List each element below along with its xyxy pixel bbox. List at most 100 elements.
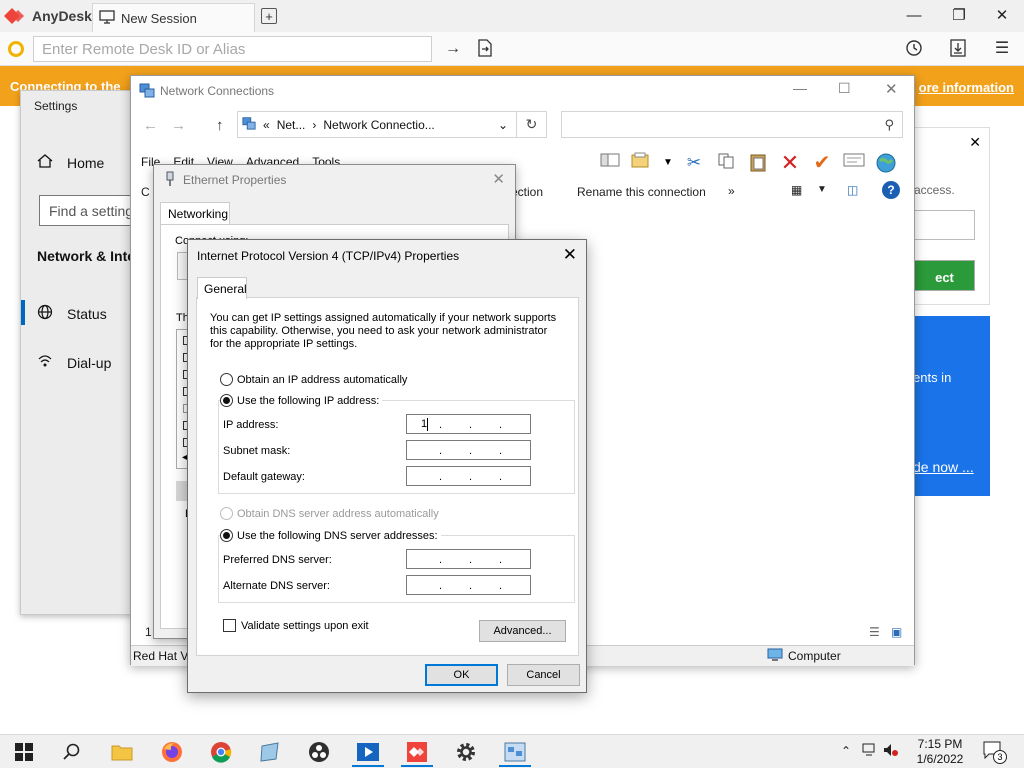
radio-button[interactable] (220, 373, 233, 386)
card-input[interactable] (911, 210, 975, 240)
alternate-dns-field[interactable]: . . . (406, 575, 531, 595)
properties-icon[interactable] (843, 152, 865, 174)
minimize-icon[interactable]: — (904, 6, 924, 26)
start-button[interactable] (4, 737, 44, 767)
chevron-down-icon[interactable]: ▼ (663, 152, 673, 174)
radio-obtain-ip-auto[interactable]: Obtain an IP address automatically (220, 373, 407, 386)
maximize-icon[interactable]: ☐ (838, 80, 851, 97)
octet-separator: . (439, 419, 443, 431)
ok-button[interactable]: OK (425, 664, 498, 686)
radio-use-static-dns[interactable]: Use the following DNS server addresses: (220, 529, 441, 542)
tray-overflow-icon[interactable]: ⌃ (841, 744, 851, 758)
obs-icon[interactable] (299, 737, 339, 767)
anydesk-app-name: AnyDesk (32, 8, 92, 24)
validate-settings-checkbox[interactable] (223, 619, 236, 632)
close-icon[interactable]: ✕ (563, 245, 577, 265)
network-tray-icon[interactable] (862, 743, 878, 760)
volume-muted-icon[interactable] (883, 743, 899, 760)
cancel-button[interactable]: Cancel (507, 664, 580, 686)
radio-button[interactable] (220, 394, 233, 407)
globe-network-icon[interactable] (875, 152, 897, 174)
ethernet-icon (164, 171, 176, 190)
cut-icon[interactable]: ✂ (683, 152, 705, 174)
hamburger-menu-icon[interactable]: ☰ (992, 39, 1012, 59)
banner-link[interactable]: ore information (919, 80, 1014, 95)
help-icon[interactable]: ? (882, 181, 900, 199)
preferred-dns-field[interactable]: . . . (406, 549, 531, 569)
card-close-icon[interactable]: ✕ (969, 134, 981, 151)
tab-new-session[interactable]: New Session (92, 3, 255, 32)
view-options-icon[interactable]: ▦ (791, 183, 802, 197)
up-arrow-icon[interactable]: ↑ (216, 117, 224, 134)
tab-networking[interactable]: Networking (160, 202, 230, 225)
octet-separator: . (499, 419, 503, 431)
preview-pane-icon[interactable] (599, 152, 621, 174)
download-icon[interactable] (948, 39, 968, 59)
copy-icon[interactable] (715, 152, 737, 174)
sidebar-item-status[interactable]: Status (37, 304, 107, 323)
file-explorer-icon[interactable] (102, 737, 142, 767)
restore-icon[interactable]: ❐ (949, 6, 969, 26)
validate-settings-checkbox-row[interactable]: Validate settings upon exit (223, 619, 369, 632)
file-transfer-icon[interactable] (475, 39, 495, 59)
promo-link[interactable]: de now ... (913, 459, 974, 475)
network-connections-taskbar-icon[interactable] (495, 737, 535, 767)
radio-button[interactable] (220, 529, 233, 542)
default-gateway-field[interactable]: . . . (406, 466, 531, 486)
back-arrow-icon[interactable]: ← (143, 117, 158, 134)
settings-gear-icon[interactable] (446, 737, 486, 767)
forward-arrow-icon[interactable]: → (171, 117, 186, 134)
paste-icon[interactable] (747, 152, 769, 174)
preferred-dns-label: Preferred DNS server: (223, 554, 332, 566)
details-view-icon[interactable]: ☰ (869, 625, 880, 639)
new-tab-button[interactable]: + (261, 8, 277, 24)
media-player-icon[interactable] (348, 737, 388, 767)
more-commands-icon[interactable]: » (728, 184, 735, 198)
delete-icon[interactable]: ✕ (779, 152, 801, 174)
remote-side-card: ✕ access. ect (910, 127, 990, 305)
details-pane-icon[interactable]: ◫ (847, 183, 858, 197)
large-icons-view-icon[interactable]: ▣ (891, 625, 902, 639)
octet-separator: . (439, 580, 443, 592)
history-icon[interactable] (904, 39, 924, 59)
clock-time: 7:15 PM (917, 737, 963, 751)
radio-use-static-ip[interactable]: Use the following IP address: (220, 394, 383, 407)
radio-button[interactable] (220, 507, 233, 520)
anydesk-logo-icon (4, 6, 26, 26)
minimize-icon[interactable]: — (793, 80, 807, 96)
breadcrumb-item[interactable]: Network Connectio... (323, 118, 434, 132)
ip-address-field[interactable]: 1 . . . (406, 414, 531, 434)
chrome-icon[interactable] (201, 737, 241, 767)
search-input[interactable]: ⚲ (561, 111, 903, 138)
notepad-icon[interactable] (250, 737, 290, 767)
chevron-down-icon[interactable]: ⌄ (498, 118, 508, 132)
close-icon[interactable]: ✕ (492, 170, 505, 188)
taskbar-clock[interactable]: 7:15 PM 1/6/2022 (910, 737, 970, 767)
card-connect-button[interactable]: ect (911, 260, 975, 291)
clock-date: 1/6/2022 (916, 752, 964, 766)
ip-description: You can get IP settings assigned automat… (210, 312, 557, 350)
connect-arrow-icon[interactable]: → (443, 39, 463, 59)
anydesk-taskbar-icon[interactable] (397, 737, 437, 767)
windows-taskbar: ⌃ 7:15 PM 1/6/2022 3 (0, 734, 1024, 768)
remote-id-input[interactable] (33, 36, 432, 62)
octet-separator: . (439, 554, 443, 566)
firefox-icon[interactable] (152, 737, 192, 767)
sidebar-item-dialup[interactable]: Dial-up (37, 353, 111, 372)
radio-obtain-dns-auto[interactable]: Obtain DNS server address automatically (220, 507, 439, 520)
advanced-button[interactable]: Advanced... (479, 620, 566, 642)
folder-options-icon[interactable] (631, 152, 653, 174)
rename-connection-button[interactable]: Rename this connection (577, 185, 706, 199)
home-icon (37, 153, 53, 172)
chevron-down-icon[interactable]: ▼ (817, 184, 827, 195)
settings-home[interactable]: Home (37, 153, 104, 172)
breadcrumb-item[interactable]: Net... (277, 118, 306, 132)
search-icon[interactable] (52, 737, 92, 767)
close-icon[interactable]: ✕ (885, 80, 898, 98)
tab-general[interactable]: General (197, 277, 247, 299)
subnet-mask-field[interactable]: . . . (406, 440, 531, 460)
breadcrumb[interactable]: « Net... › Network Connectio... ⌄ (237, 111, 517, 138)
checkmark-icon[interactable]: ✔ (811, 152, 833, 174)
refresh-icon[interactable]: ↻ (517, 111, 547, 138)
close-icon[interactable]: ✕ (992, 6, 1012, 26)
